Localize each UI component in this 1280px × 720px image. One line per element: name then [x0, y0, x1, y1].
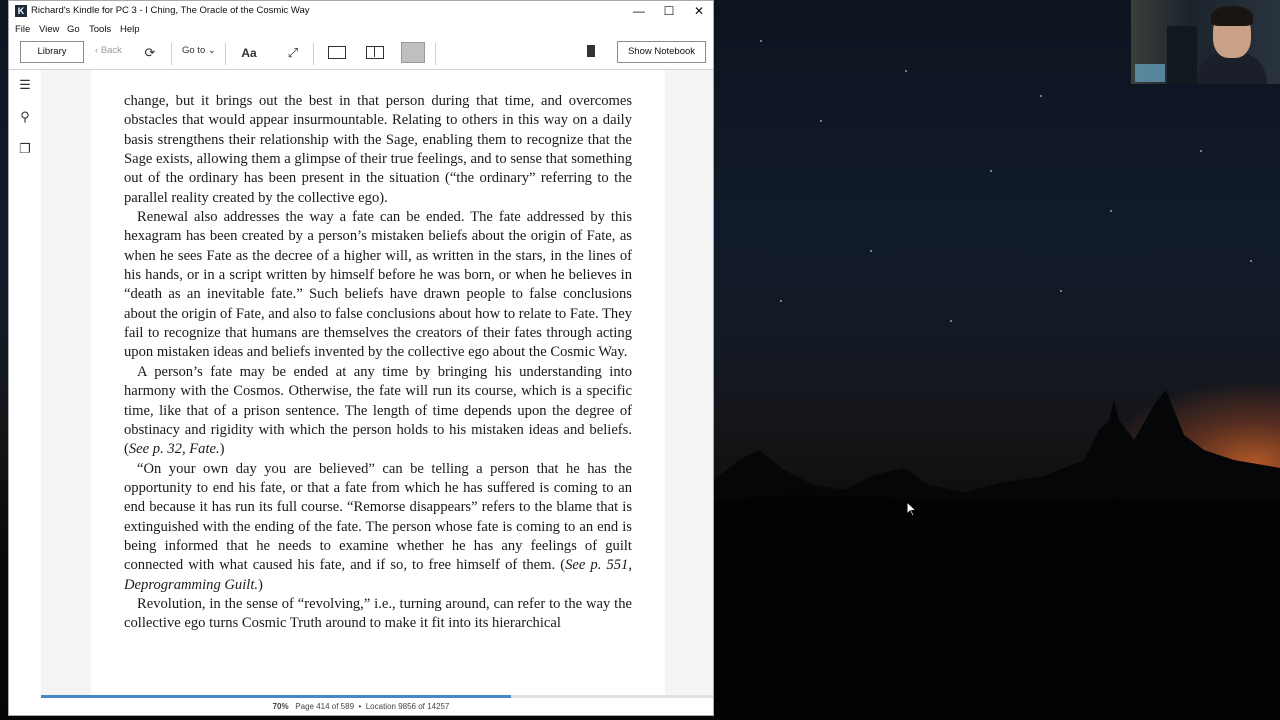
paragraph: Revolution, in the sense of “revolving,”… [124, 595, 632, 632]
library-button[interactable]: Library [20, 41, 84, 63]
goto-label: Go to [182, 45, 206, 56]
menu-go[interactable]: Go [67, 24, 80, 35]
location-indicator: Location 9856 of 14257 [365, 702, 450, 711]
table-of-contents-icon[interactable]: ☰ [18, 78, 32, 92]
page-indicator: Page 414 of 589 [295, 702, 355, 711]
maximize-button[interactable]: ☐ [653, 1, 685, 22]
goto-button[interactable]: Go to ⌄ [182, 45, 216, 56]
two-page-view-icon[interactable] [366, 46, 384, 59]
cross-reference-link[interactable]: See p. 32, Fate. [129, 441, 220, 457]
paragraph: “On your own day you are believed” can b… [124, 460, 632, 593]
single-page-view-icon[interactable] [328, 46, 346, 59]
show-notebook-button[interactable]: Show Notebook [617, 41, 706, 63]
fullscreen-icon[interactable]: ⤢ [285, 43, 301, 63]
status-bar: 70% Page 414 of 589 • Location 9856 of 1… [9, 699, 713, 715]
kindle-window: K Richard's Kindle for PC 3 - I Ching, T… [8, 0, 714, 716]
chevron-down-icon: ⌄ [207, 45, 216, 56]
percent-read: 70% [272, 702, 289, 711]
book-page[interactable]: change, but it brings out the best in th… [91, 70, 665, 696]
search-icon[interactable]: ⚲ [18, 110, 32, 124]
kindle-logo-icon: K [15, 5, 27, 17]
menu-view[interactable]: View [39, 24, 59, 35]
webcam-overlay [1131, 0, 1280, 84]
title-bar: K Richard's Kindle for PC 3 - I Ching, T… [9, 1, 713, 22]
mouse-cursor-icon [906, 501, 918, 517]
mountain-silhouette [714, 390, 1280, 720]
status-separator: • [358, 702, 362, 711]
back-label: Back [100, 45, 122, 56]
paragraph: change, but it brings out the best in th… [124, 93, 632, 206]
side-rail: ☰ ⚲ ❐ [9, 70, 41, 696]
menu-bar: File View Go Tools Help [9, 22, 713, 39]
flashcards-icon[interactable]: ❐ [18, 142, 32, 156]
toolbar: Library ‹ Back ⟳ Go to ⌄ Aa ⤢ Show Noteb… [9, 39, 713, 70]
bookmark-icon[interactable] [587, 45, 595, 57]
reading-progress-fill [41, 695, 512, 698]
paragraph: A person’s fate may be ended at any time… [124, 363, 632, 458]
close-button[interactable]: ✕ [683, 1, 715, 22]
menu-help[interactable]: Help [120, 24, 140, 35]
menu-tools[interactable]: Tools [89, 24, 111, 35]
back-button[interactable]: ‹ Back [95, 45, 122, 56]
font-settings-button[interactable]: Aa [238, 43, 260, 63]
sync-icon[interactable]: ⟳ [142, 43, 158, 63]
reading-progress-bar[interactable] [41, 695, 713, 698]
reading-area: change, but it brings out the best in th… [41, 70, 713, 696]
book-text: change, but it brings out the best in th… [124, 92, 632, 634]
page-flip-view-icon[interactable] [401, 42, 425, 63]
window-title: Richard's Kindle for PC 3 - I Ching, The… [31, 5, 310, 16]
menu-file[interactable]: File [15, 24, 30, 35]
paragraph: Renewal also addresses the way a fate ca… [124, 209, 632, 361]
minimize-button[interactable]: — [623, 1, 655, 22]
